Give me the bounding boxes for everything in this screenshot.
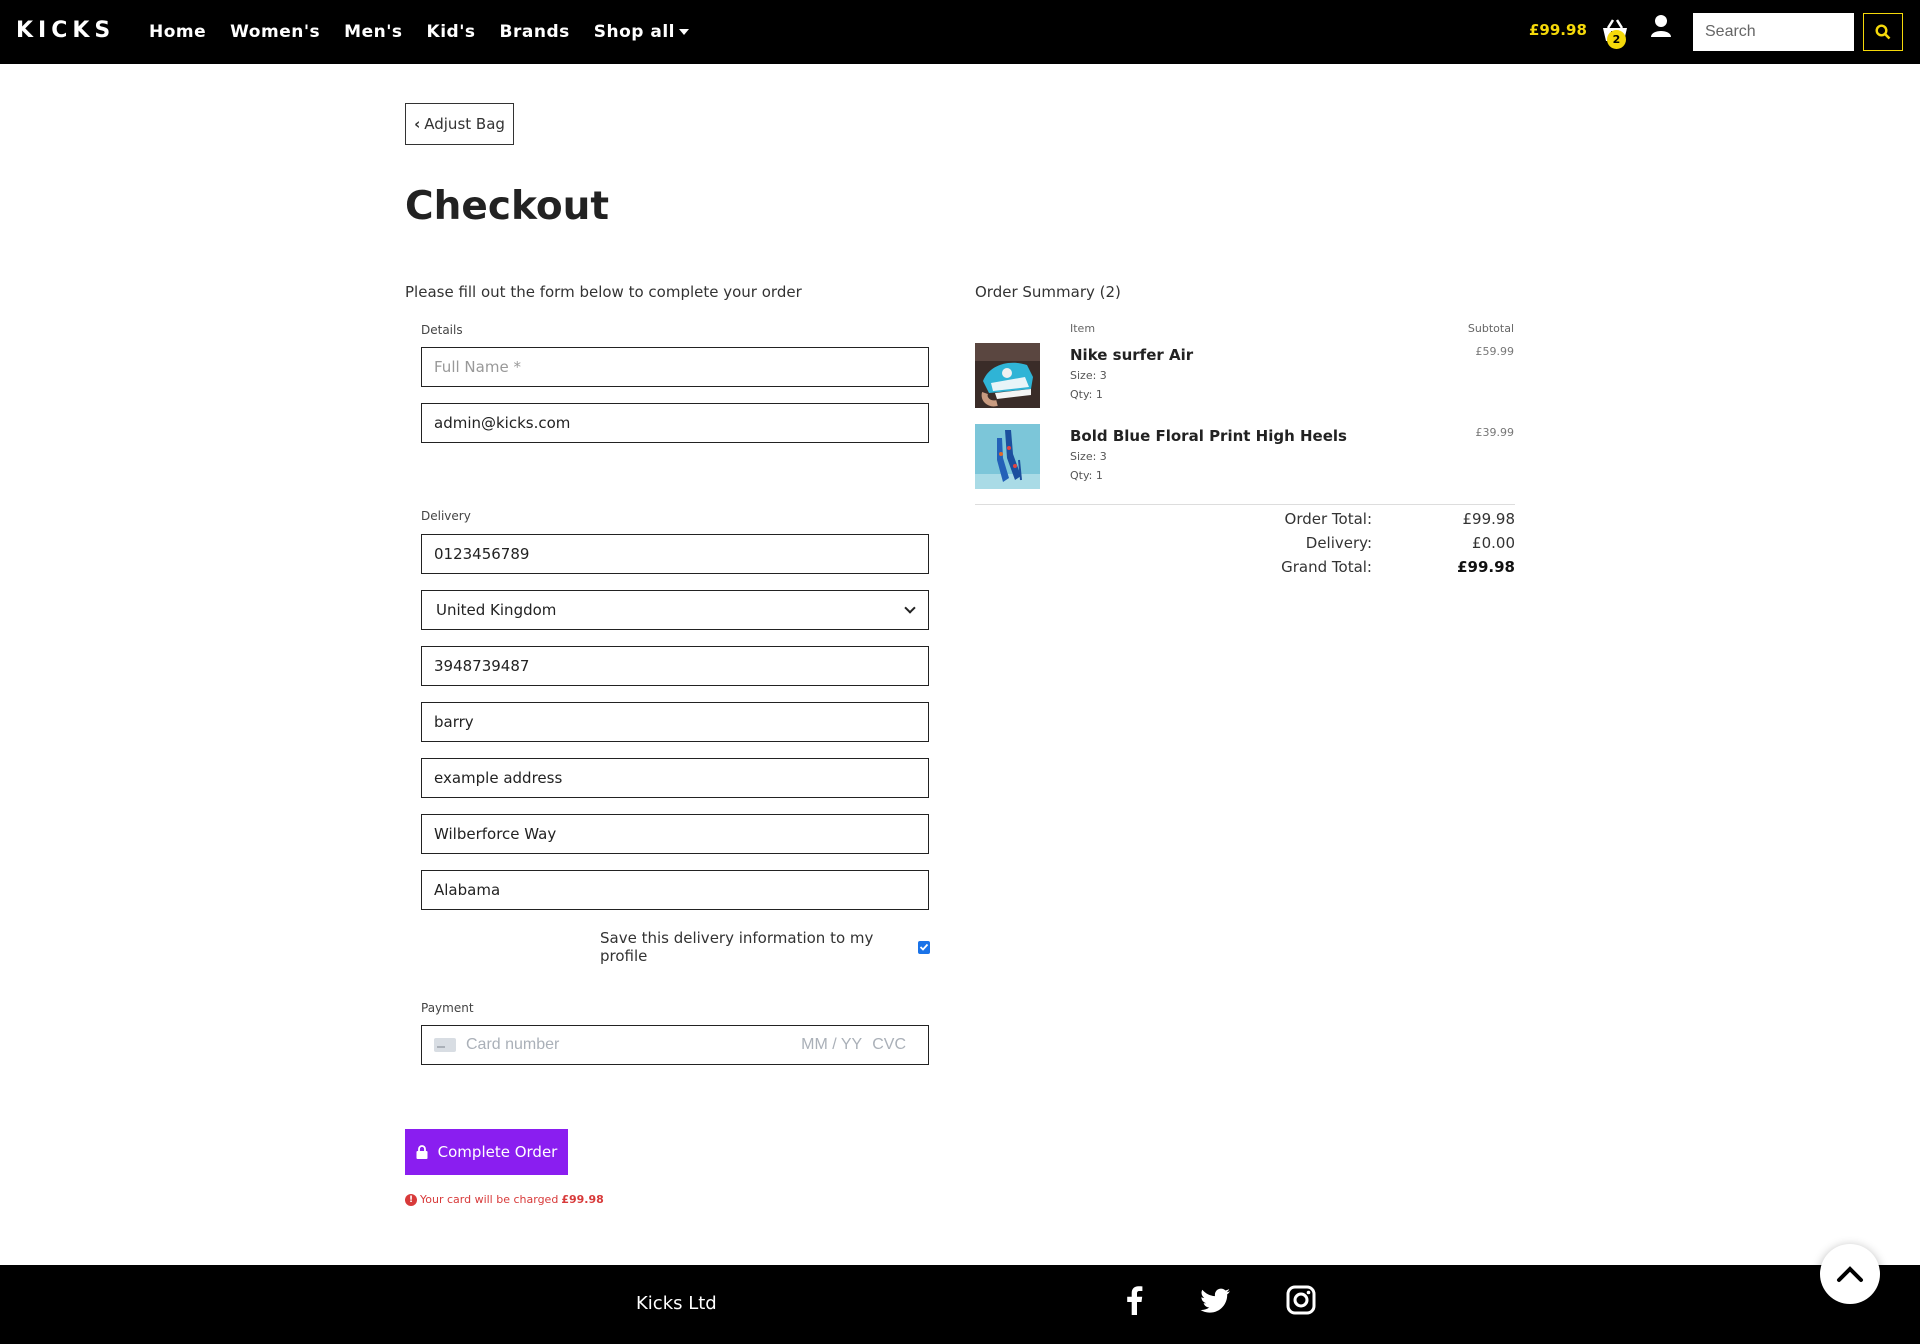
back-to-top-button[interactable]: [1820, 1244, 1880, 1304]
full-name-field[interactable]: [421, 347, 929, 387]
item-name: Bold Blue Floral Print High Heels: [1070, 427, 1347, 445]
order-total-value: £99.98: [1462, 510, 1516, 528]
order-summary-title: Order Summary (2): [975, 283, 1121, 301]
user-icon[interactable]: [1650, 14, 1672, 38]
grand-total-value: £99.98: [1457, 558, 1515, 576]
item-subtotal: £39.99: [1475, 426, 1515, 439]
phone-field[interactable]: [421, 534, 929, 574]
street-address-1-field[interactable]: [421, 758, 929, 798]
email-field[interactable]: [421, 403, 929, 443]
card-expiry-placeholder: MM / YY: [801, 1036, 863, 1053]
item-size: Size: 3: [1070, 369, 1107, 382]
search-button[interactable]: [1863, 13, 1903, 51]
town-field[interactable]: [421, 702, 929, 742]
delivery-label: Delivery: [421, 509, 471, 523]
county-field[interactable]: [421, 870, 929, 910]
save-info-checkbox[interactable]: [917, 940, 930, 954]
nav-link-home[interactable]: Home: [149, 22, 206, 42]
nav-link-mens[interactable]: Men's: [344, 22, 402, 42]
chevron-down-icon: [904, 601, 916, 614]
item-name: Nike surfer Air: [1070, 346, 1194, 364]
chevron-up-icon: [1837, 1266, 1863, 1282]
item-size: Size: 3: [1070, 450, 1107, 463]
payment-label: Payment: [421, 1001, 474, 1015]
item-subtotal: £59.99: [1475, 345, 1515, 358]
save-info-row: Save this delivery information to my pro…: [600, 929, 930, 965]
footer: Kicks Ltd: [0, 1265, 1920, 1344]
exclamation-circle-icon: !: [405, 1193, 417, 1206]
adjust-bag-label: Adjust Bag: [424, 115, 505, 133]
complete-order-label: Complete Order: [437, 1143, 558, 1161]
nav-link-womens[interactable]: Women's: [230, 22, 320, 42]
product-image-blue-floral-heels: [975, 424, 1040, 489]
item-qty: Qty: 1: [1070, 469, 1103, 482]
search-input[interactable]: [1693, 13, 1854, 51]
charge-note: ! Your card will be charged £99.98: [405, 1193, 604, 1206]
delivery-cost-value: £0.00: [1472, 534, 1515, 552]
instagram-icon[interactable]: [1284, 1283, 1318, 1317]
card-element[interactable]: Card number MM / YY CVC: [421, 1025, 929, 1065]
credit-card-icon: [434, 1038, 456, 1052]
summary-divider: [975, 504, 1515, 505]
twitter-icon[interactable]: [1199, 1283, 1233, 1317]
adjust-bag-button[interactable]: ‹ Adjust Bag: [405, 103, 514, 145]
save-info-label: Save this delivery information to my pro…: [600, 929, 874, 965]
charge-amount: £99.98: [561, 1193, 604, 1206]
nav-link-shop-all[interactable]: Shop all: [594, 22, 689, 42]
check-icon: [919, 943, 929, 951]
navbar: KICKS Home Women's Men's Kid's Brands Sh…: [0, 0, 1920, 64]
nav-link-kids[interactable]: Kid's: [427, 22, 476, 42]
complete-order-button[interactable]: Complete Order: [405, 1129, 568, 1175]
charge-note-text: Your card will be charged: [420, 1193, 559, 1206]
nav-links: Home Women's Men's Kid's Brands Shop all: [149, 0, 713, 64]
chevron-left-icon: ‹: [414, 115, 421, 133]
shop-all-label: Shop all: [593, 22, 675, 42]
nav-link-brands[interactable]: Brands: [500, 22, 570, 42]
country-select[interactable]: United Kingdom: [421, 590, 929, 630]
country-value: United Kingdom: [436, 601, 557, 619]
item-column-header: Item: [1070, 322, 1096, 335]
street-address-2-field[interactable]: [421, 814, 929, 854]
brand-logo[interactable]: KICKS: [16, 18, 115, 43]
card-cvc-placeholder: CVC: [872, 1036, 906, 1053]
grand-total-label: Grand Total:: [1281, 558, 1372, 576]
nav-bag-total[interactable]: £99.98: [1529, 21, 1587, 39]
search-icon: [1875, 24, 1891, 40]
page-title: Checkout: [405, 184, 610, 229]
facebook-icon[interactable]: [1118, 1283, 1152, 1317]
lock-icon: [416, 1145, 428, 1159]
product-image-nike-surfer-air: [975, 343, 1040, 408]
form-intro: Please fill out the form below to comple…: [405, 283, 802, 301]
details-label: Details: [421, 323, 463, 337]
card-number-placeholder: Card number: [466, 1036, 560, 1053]
item-qty: Qty: 1: [1070, 388, 1103, 401]
footer-brand: Kicks Ltd: [636, 1293, 717, 1314]
subtotal-column-header: Subtotal: [1467, 322, 1514, 335]
caret-down-icon: [678, 29, 689, 35]
order-total-label: Order Total:: [1284, 510, 1372, 528]
postcode-field[interactable]: [421, 646, 929, 686]
cart-count-badge: 2: [1607, 30, 1626, 49]
delivery-cost-label: Delivery:: [1305, 534, 1372, 552]
